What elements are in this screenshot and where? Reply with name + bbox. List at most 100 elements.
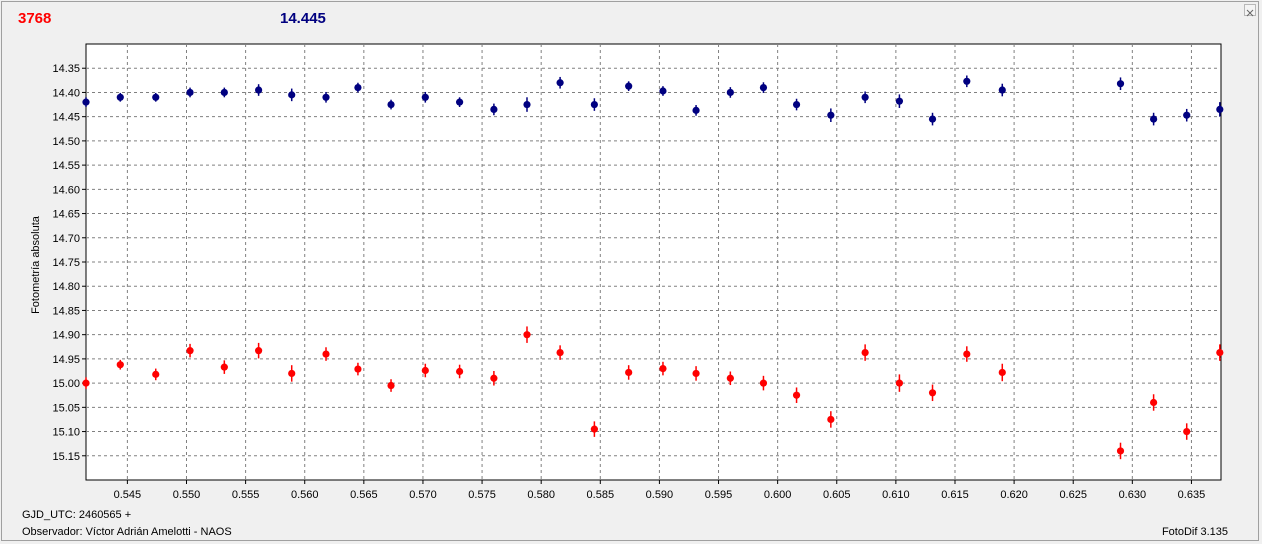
data-point xyxy=(421,366,429,375)
data-point xyxy=(186,88,194,97)
x-tick-label: 0.580 xyxy=(527,489,555,501)
data-point xyxy=(861,348,869,357)
x-tick-label: 0.565 xyxy=(350,489,378,501)
data-point xyxy=(220,363,228,371)
data-point xyxy=(659,87,667,95)
x-tick-label: 0.555 xyxy=(232,489,260,501)
data-point xyxy=(490,105,498,113)
data-point xyxy=(387,381,395,390)
data-point xyxy=(152,370,160,378)
data-point xyxy=(556,348,564,357)
x-tick-label: 0.585 xyxy=(587,489,615,501)
observer-label: Observador: Víctor Adrián Amelotti - NAO… xyxy=(22,526,232,538)
y-tick-label: 15.00 xyxy=(52,378,80,390)
data-point xyxy=(116,361,124,369)
y-tick-label: 14.45 xyxy=(52,112,80,124)
x-tick-label: 0.605 xyxy=(823,489,851,501)
data-point xyxy=(255,347,263,355)
data-point xyxy=(322,93,330,101)
data-point xyxy=(692,369,700,378)
data-point xyxy=(288,91,296,99)
y-tick-label: 14.50 xyxy=(52,136,80,148)
y-tick-label: 15.10 xyxy=(52,427,80,439)
data-point xyxy=(659,364,667,373)
data-point xyxy=(928,389,937,397)
data-point xyxy=(186,347,194,355)
data-point xyxy=(759,379,768,387)
data-point xyxy=(1183,111,1191,119)
x-tick-label: 0.630 xyxy=(1119,489,1147,501)
x-tick-label: 0.560 xyxy=(291,489,319,501)
y-tick-label: 14.85 xyxy=(52,305,80,317)
data-point xyxy=(590,100,598,109)
x-tick-label: 0.595 xyxy=(705,489,733,501)
data-point xyxy=(1150,398,1158,407)
data-point xyxy=(82,379,90,387)
x-tick-label: 0.610 xyxy=(882,489,910,501)
data-point xyxy=(895,97,904,105)
x-tick-label: 0.620 xyxy=(1000,489,1028,501)
data-point xyxy=(759,84,768,92)
data-point xyxy=(625,368,633,377)
y-tick-label: 14.40 xyxy=(52,87,80,99)
y-tick-label: 14.80 xyxy=(52,281,80,293)
x-axis-ticks: 0.545 0.550 0.555 0.560 0.565 0.570 0.575 0.580… xyxy=(114,480,1205,501)
data-point xyxy=(1116,80,1125,88)
data-point xyxy=(255,86,263,94)
y-tick-label: 15.15 xyxy=(52,451,80,463)
data-point xyxy=(387,100,395,109)
data-point xyxy=(421,93,429,101)
data-point xyxy=(1150,115,1158,123)
y-tick-label: 14.95 xyxy=(52,354,80,366)
data-point xyxy=(152,93,160,101)
y-axis-label: Fotometría absoluta xyxy=(30,216,42,314)
data-point xyxy=(1183,427,1191,436)
data-point xyxy=(726,88,734,97)
y-tick-label: 14.90 xyxy=(52,330,80,342)
data-point xyxy=(928,115,937,123)
x-tick-label: 0.575 xyxy=(468,489,496,501)
y-axis-ticks: 14.35 14.40 14.45 14.50 14.55 14.60 14.65 14.70… xyxy=(52,63,86,463)
data-point xyxy=(556,79,564,87)
data-point xyxy=(726,374,734,382)
chart-canvas: 0.545 0.550 0.555 0.560 0.565 0.570 0.575 0.580… xyxy=(52,43,1224,501)
y-tick-label: 14.35 xyxy=(52,63,80,75)
data-point xyxy=(490,374,498,382)
x-tick-label: 0.550 xyxy=(173,489,201,501)
data-point xyxy=(322,350,330,358)
data-point xyxy=(827,111,835,119)
y-tick-label: 14.55 xyxy=(52,160,80,172)
y-tick-label: 15.05 xyxy=(52,402,80,414)
data-point xyxy=(220,88,228,97)
data-point xyxy=(861,93,869,101)
data-point xyxy=(1216,348,1224,357)
y-tick-label: 14.70 xyxy=(52,233,80,245)
data-point xyxy=(288,369,296,378)
x-tick-label: 0.625 xyxy=(1059,489,1087,501)
data-point xyxy=(998,86,1006,94)
data-point xyxy=(998,368,1006,377)
y-tick-label: 14.60 xyxy=(52,184,80,196)
x-tick-label: 0.545 xyxy=(114,489,142,501)
gjd-label: GJD_UTC: 2460565 + xyxy=(22,509,132,521)
data-point xyxy=(456,98,464,106)
data-point xyxy=(963,350,971,358)
data-point xyxy=(692,106,700,114)
data-point xyxy=(590,425,598,433)
data-point xyxy=(625,82,633,90)
x-tick-label: 0.600 xyxy=(764,489,792,501)
data-point xyxy=(116,93,124,101)
data-point xyxy=(792,391,801,399)
data-point xyxy=(792,100,801,109)
data-point xyxy=(523,331,531,339)
data-point xyxy=(456,367,464,376)
y-tick-label: 14.75 xyxy=(52,257,80,269)
x-tick-label: 0.570 xyxy=(409,489,437,501)
x-tick-label: 0.615 xyxy=(941,489,969,501)
data-point xyxy=(82,98,90,106)
x-tick-label: 0.590 xyxy=(646,489,674,501)
data-point xyxy=(1216,105,1224,113)
data-point xyxy=(963,77,971,85)
data-point xyxy=(827,415,835,424)
data-point xyxy=(354,365,362,373)
